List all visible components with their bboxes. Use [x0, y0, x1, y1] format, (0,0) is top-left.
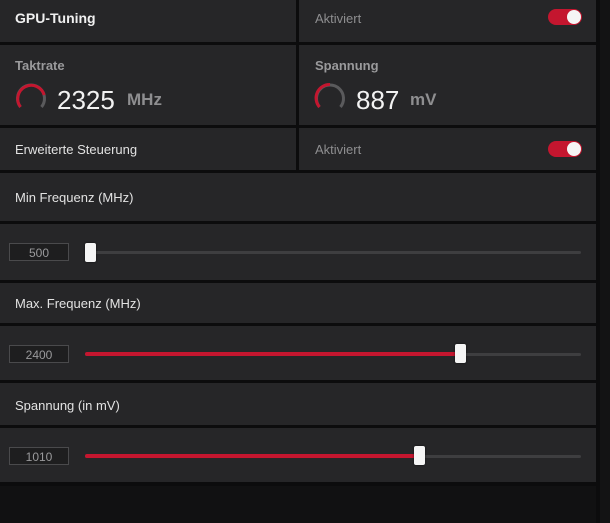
bottom-strip: [0, 486, 596, 523]
gpu-tuning-title-cell: GPU-Tuning: [0, 0, 296, 42]
voltage-slider-label: Spannung (in mV): [15, 398, 120, 413]
min-frequency-label-cell: Min Frequenz (MHz): [0, 173, 596, 221]
max-frequency-slider-cell: 2400: [0, 326, 596, 380]
max-frequency-label: Max. Frequenz (MHz): [15, 296, 141, 311]
clock-unit: MHz: [127, 90, 162, 109]
clock-value: 2325: [57, 85, 115, 115]
max-frequency-value-input[interactable]: 2400: [9, 345, 69, 363]
voltage-slider-fill: [85, 454, 420, 458]
advanced-status: Aktiviert: [315, 142, 362, 157]
min-frequency-value-input[interactable]: 500: [9, 243, 69, 261]
gpu-tuning-title: GPU-Tuning: [15, 10, 96, 26]
voltage-value: 887: [356, 85, 400, 115]
clock-gauge-icon: [16, 83, 46, 108]
voltage-slider-cell: 1010: [0, 428, 596, 482]
voltage-slider-thumb[interactable]: [413, 446, 425, 465]
voltage-label: Spannung: [315, 58, 379, 73]
min-frequency-label: Min Frequenz (MHz): [15, 190, 134, 205]
toggle-knob: [567, 142, 581, 156]
voltage-slider-label-cell: Spannung (in mV): [0, 383, 596, 425]
gpu-tuning-status: Aktiviert: [315, 11, 362, 26]
min-frequency-slider-thumb[interactable]: [85, 243, 96, 262]
advanced-status-cell: Aktiviert: [299, 128, 596, 170]
voltage-gauge-icon: [314, 82, 345, 108]
advanced-control-cell: Erweiterte Steuerung: [0, 128, 296, 170]
clock-metric-card: Taktrate 2325 MHz: [0, 45, 296, 125]
gpu-tuning-panel: GPU-Tuning Aktiviert Taktrate 2325 MHz S…: [0, 0, 610, 523]
clock-label: Taktrate: [15, 58, 65, 73]
toggle-knob: [567, 10, 581, 24]
max-frequency-slider-thumb[interactable]: [454, 344, 466, 363]
min-frequency-slider-track[interactable]: [85, 251, 581, 254]
gpu-tuning-status-cell: Aktiviert: [299, 0, 596, 42]
gpu-tuning-toggle[interactable]: [548, 9, 582, 25]
scrollbar[interactable]: [600, 0, 610, 523]
voltage-value-input[interactable]: 1010: [9, 447, 69, 465]
max-frequency-label-cell: Max. Frequenz (MHz): [0, 283, 596, 323]
advanced-control-toggle[interactable]: [548, 141, 582, 157]
advanced-control-label: Erweiterte Steuerung: [15, 142, 138, 157]
voltage-unit: mV: [410, 90, 437, 109]
max-frequency-slider-fill: [85, 352, 461, 356]
voltage-metric-card: Spannung 887 mV: [299, 45, 596, 125]
min-frequency-slider-cell: 500: [0, 224, 596, 280]
